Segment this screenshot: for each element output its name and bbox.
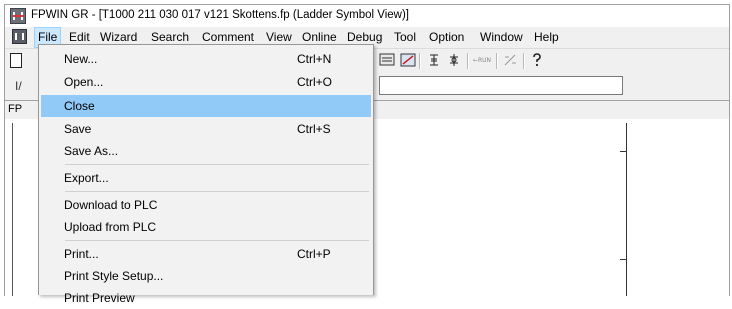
- menu-item-shortcut: Ctrl+P: [297, 247, 331, 261]
- fpwin-app-icon[interactable]: [10, 8, 26, 24]
- menu-item-label: Print Preview: [64, 291, 135, 305]
- menu-option[interactable]: Option: [426, 28, 467, 47]
- menu-separator: [65, 240, 369, 241]
- menu-item-label: New...: [64, 52, 98, 66]
- title-bar: FPWIN GR - [T1000 211 030 017 v121 Skott…: [5, 5, 729, 27]
- file-menu-item-save[interactable]: Save Ctrl+S: [41, 118, 371, 140]
- menu-item-label: Save: [64, 122, 92, 136]
- menu-item-label: Print Style Setup...: [64, 269, 164, 283]
- io-label: I/: [15, 79, 22, 93]
- window-title: FPWIN GR - [T1000 211 030 017 v121 Skott…: [31, 9, 409, 21]
- monitor-icon[interactable]: [378, 52, 396, 70]
- rung-end-tick: [620, 151, 626, 152]
- menu-item-label: Upload from PLC: [64, 220, 157, 234]
- toolbar-separator: [419, 53, 421, 69]
- file-menu-item-new[interactable]: New... Ctrl+N: [41, 48, 371, 70]
- file-menu-item-save-as[interactable]: Save As...: [41, 140, 371, 162]
- help-icon[interactable]: [528, 52, 546, 70]
- operand-input[interactable]: [379, 76, 623, 95]
- toolbar-separator: [496, 53, 498, 69]
- menu-separator: [65, 191, 369, 192]
- file-menu-item-print-preview[interactable]: Print Preview: [41, 287, 371, 309]
- menu-separator: [65, 164, 369, 165]
- menu-item-label: Open...: [64, 75, 104, 89]
- contact-closed-icon[interactable]: [445, 52, 463, 70]
- file-menu-item-close[interactable]: Close: [41, 95, 371, 117]
- menu-item-label: Close: [64, 99, 95, 113]
- menu-tool[interactable]: Tool: [391, 28, 419, 47]
- child-window-label: FP: [8, 103, 23, 115]
- menu-item-shortcut: Ctrl+S: [297, 122, 331, 136]
- contact-open-icon[interactable]: [425, 52, 443, 70]
- compare-icon[interactable]: [399, 52, 417, 70]
- menu-help[interactable]: Help: [531, 28, 562, 47]
- file-menu-item-upload-from-plc[interactable]: Upload from PLC: [41, 216, 371, 238]
- right-power-rail: [626, 123, 627, 296]
- document-window-icon[interactable]: [12, 29, 27, 44]
- menu-item-shortcut: Ctrl+N: [297, 52, 332, 66]
- menu-window[interactable]: Window: [477, 28, 526, 47]
- rung-end-tick: [620, 259, 626, 260]
- new-file-icon[interactable]: [10, 53, 22, 68]
- file-menu-item-open[interactable]: Open... Ctrl+O: [41, 71, 371, 93]
- run-mode-button[interactable]: ←RUN: [472, 52, 492, 70]
- file-menu-dropdown: New... Ctrl+N Open... Ctrl+O Close Save …: [38, 44, 374, 305]
- menu-item-label: Export...: [64, 171, 109, 185]
- menu-item-label: Print...: [64, 247, 99, 261]
- left-power-rail: [12, 123, 13, 296]
- toolbar-separator: [467, 53, 469, 69]
- file-menu-item-print-style-setup[interactable]: Print Style Setup...: [41, 265, 371, 287]
- file-menu-item-export[interactable]: Export...: [41, 167, 371, 189]
- menu-item-label: Download to PLC: [64, 198, 158, 212]
- menu-item-shortcut: Ctrl+O: [297, 75, 333, 89]
- file-menu-item-download-to-plc[interactable]: Download to PLC: [41, 194, 371, 216]
- prog-mode-icon[interactable]: [501, 52, 519, 70]
- menu-item-label: Save As...: [64, 144, 119, 158]
- file-menu-item-print[interactable]: Print... Ctrl+P: [41, 243, 371, 265]
- toolbar-separator: [523, 53, 525, 69]
